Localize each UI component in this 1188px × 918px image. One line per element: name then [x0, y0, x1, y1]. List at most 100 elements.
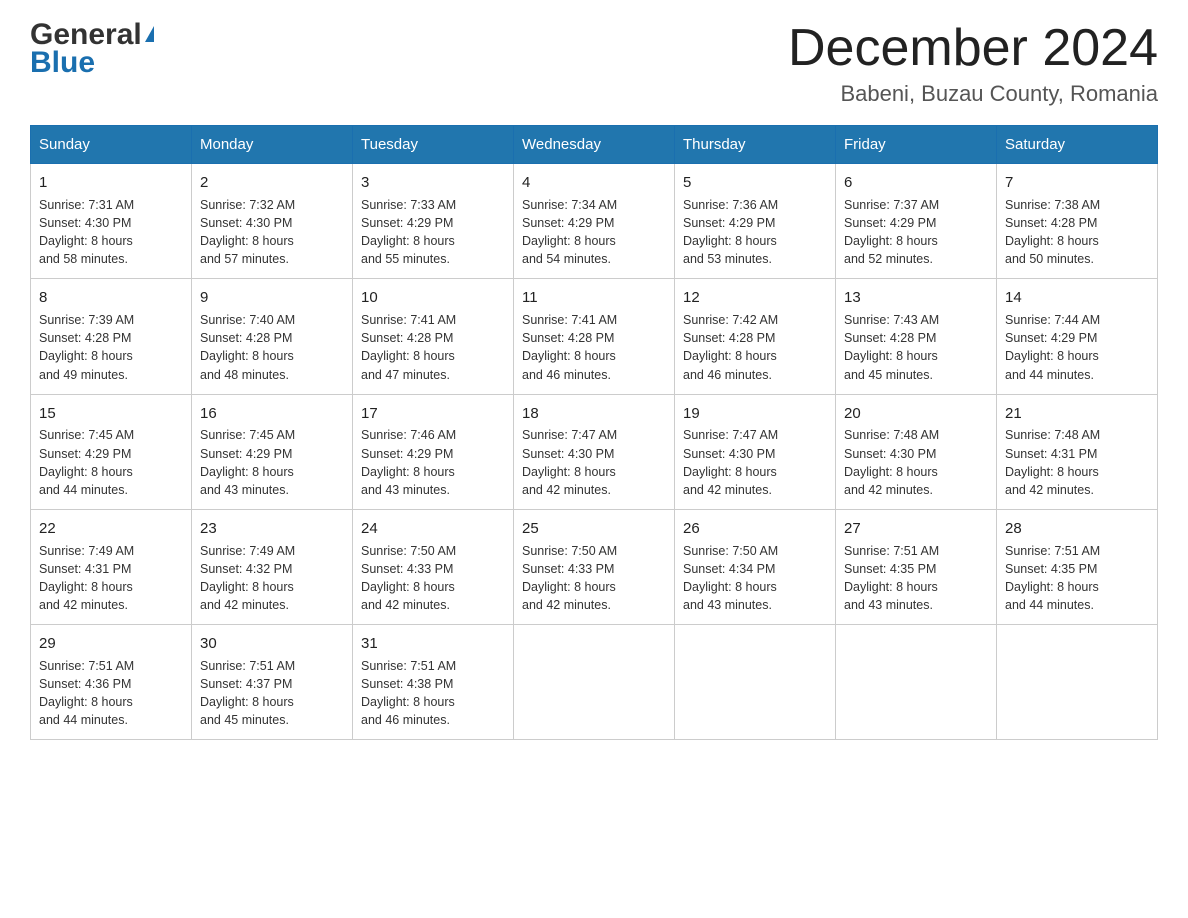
day-info: Sunrise: 7:49 AMSunset: 4:31 PMDaylight:…: [39, 542, 183, 615]
calendar-table: SundayMondayTuesdayWednesdayThursdayFrid…: [30, 125, 1158, 740]
col-header-wednesday: Wednesday: [514, 126, 675, 164]
calendar-cell: 9Sunrise: 7:40 AMSunset: 4:28 PMDaylight…: [192, 279, 353, 394]
calendar-cell: 14Sunrise: 7:44 AMSunset: 4:29 PMDayligh…: [997, 279, 1158, 394]
col-header-tuesday: Tuesday: [353, 126, 514, 164]
day-number: 22: [39, 518, 183, 540]
calendar-cell: 17Sunrise: 7:46 AMSunset: 4:29 PMDayligh…: [353, 394, 514, 509]
day-number: 3: [361, 172, 505, 194]
calendar-header-row: SundayMondayTuesdayWednesdayThursdayFrid…: [31, 126, 1158, 164]
day-number: 13: [844, 287, 988, 309]
day-number: 7: [1005, 172, 1149, 194]
day-number: 15: [39, 403, 183, 425]
day-number: 20: [844, 403, 988, 425]
day-info: Sunrise: 7:37 AMSunset: 4:29 PMDaylight:…: [844, 196, 988, 269]
calendar-cell: 2Sunrise: 7:32 AMSunset: 4:30 PMDaylight…: [192, 164, 353, 279]
day-info: Sunrise: 7:49 AMSunset: 4:32 PMDaylight:…: [200, 542, 344, 615]
day-number: 21: [1005, 403, 1149, 425]
day-number: 6: [844, 172, 988, 194]
calendar-cell: 15Sunrise: 7:45 AMSunset: 4:29 PMDayligh…: [31, 394, 192, 509]
calendar-cell: 29Sunrise: 7:51 AMSunset: 4:36 PMDayligh…: [31, 625, 192, 740]
day-number: 31: [361, 633, 505, 655]
day-number: 18: [522, 403, 666, 425]
location-subtitle: Babeni, Buzau County, Romania: [788, 81, 1158, 107]
calendar-cell: 25Sunrise: 7:50 AMSunset: 4:33 PMDayligh…: [514, 509, 675, 624]
day-info: Sunrise: 7:31 AMSunset: 4:30 PMDaylight:…: [39, 196, 183, 269]
day-info: Sunrise: 7:45 AMSunset: 4:29 PMDaylight:…: [39, 426, 183, 499]
day-info: Sunrise: 7:48 AMSunset: 4:31 PMDaylight:…: [1005, 426, 1149, 499]
day-number: 23: [200, 518, 344, 540]
day-info: Sunrise: 7:36 AMSunset: 4:29 PMDaylight:…: [683, 196, 827, 269]
week-row-1: 1Sunrise: 7:31 AMSunset: 4:30 PMDaylight…: [31, 164, 1158, 279]
day-number: 8: [39, 287, 183, 309]
day-number: 27: [844, 518, 988, 540]
day-number: 28: [1005, 518, 1149, 540]
day-info: Sunrise: 7:44 AMSunset: 4:29 PMDaylight:…: [1005, 311, 1149, 384]
day-info: Sunrise: 7:33 AMSunset: 4:29 PMDaylight:…: [361, 196, 505, 269]
calendar-cell: 31Sunrise: 7:51 AMSunset: 4:38 PMDayligh…: [353, 625, 514, 740]
col-header-thursday: Thursday: [675, 126, 836, 164]
day-info: Sunrise: 7:51 AMSunset: 4:35 PMDaylight:…: [844, 542, 988, 615]
day-info: Sunrise: 7:46 AMSunset: 4:29 PMDaylight:…: [361, 426, 505, 499]
calendar-cell: 23Sunrise: 7:49 AMSunset: 4:32 PMDayligh…: [192, 509, 353, 624]
day-number: 19: [683, 403, 827, 425]
calendar-cell: 12Sunrise: 7:42 AMSunset: 4:28 PMDayligh…: [675, 279, 836, 394]
day-info: Sunrise: 7:34 AMSunset: 4:29 PMDaylight:…: [522, 196, 666, 269]
day-info: Sunrise: 7:32 AMSunset: 4:30 PMDaylight:…: [200, 196, 344, 269]
calendar-cell: 1Sunrise: 7:31 AMSunset: 4:30 PMDaylight…: [31, 164, 192, 279]
calendar-cell: [836, 625, 997, 740]
calendar-cell: 6Sunrise: 7:37 AMSunset: 4:29 PMDaylight…: [836, 164, 997, 279]
month-year-title: December 2024: [788, 20, 1158, 77]
page-header: General Blue December 2024 Babeni, Buzau…: [30, 20, 1158, 107]
calendar-cell: 21Sunrise: 7:48 AMSunset: 4:31 PMDayligh…: [997, 394, 1158, 509]
col-header-friday: Friday: [836, 126, 997, 164]
logo: General Blue: [30, 20, 154, 80]
calendar-cell: 10Sunrise: 7:41 AMSunset: 4:28 PMDayligh…: [353, 279, 514, 394]
calendar-cell: 30Sunrise: 7:51 AMSunset: 4:37 PMDayligh…: [192, 625, 353, 740]
day-info: Sunrise: 7:47 AMSunset: 4:30 PMDaylight:…: [522, 426, 666, 499]
calendar-cell: 11Sunrise: 7:41 AMSunset: 4:28 PMDayligh…: [514, 279, 675, 394]
calendar-cell: 28Sunrise: 7:51 AMSunset: 4:35 PMDayligh…: [997, 509, 1158, 624]
day-info: Sunrise: 7:47 AMSunset: 4:30 PMDaylight:…: [683, 426, 827, 499]
day-number: 2: [200, 172, 344, 194]
calendar-cell: 4Sunrise: 7:34 AMSunset: 4:29 PMDaylight…: [514, 164, 675, 279]
day-number: 26: [683, 518, 827, 540]
day-info: Sunrise: 7:51 AMSunset: 4:36 PMDaylight:…: [39, 657, 183, 730]
day-number: 24: [361, 518, 505, 540]
calendar-cell: 22Sunrise: 7:49 AMSunset: 4:31 PMDayligh…: [31, 509, 192, 624]
day-number: 12: [683, 287, 827, 309]
col-header-saturday: Saturday: [997, 126, 1158, 164]
day-info: Sunrise: 7:50 AMSunset: 4:33 PMDaylight:…: [522, 542, 666, 615]
calendar-cell: 7Sunrise: 7:38 AMSunset: 4:28 PMDaylight…: [997, 164, 1158, 279]
logo-triangle-icon: [145, 26, 154, 42]
day-number: 16: [200, 403, 344, 425]
day-info: Sunrise: 7:48 AMSunset: 4:30 PMDaylight:…: [844, 426, 988, 499]
calendar-cell: 16Sunrise: 7:45 AMSunset: 4:29 PMDayligh…: [192, 394, 353, 509]
calendar-cell: 3Sunrise: 7:33 AMSunset: 4:29 PMDaylight…: [353, 164, 514, 279]
day-info: Sunrise: 7:45 AMSunset: 4:29 PMDaylight:…: [200, 426, 344, 499]
calendar-cell: 13Sunrise: 7:43 AMSunset: 4:28 PMDayligh…: [836, 279, 997, 394]
day-number: 30: [200, 633, 344, 655]
day-info: Sunrise: 7:50 AMSunset: 4:34 PMDaylight:…: [683, 542, 827, 615]
week-row-3: 15Sunrise: 7:45 AMSunset: 4:29 PMDayligh…: [31, 394, 1158, 509]
day-number: 1: [39, 172, 183, 194]
day-info: Sunrise: 7:40 AMSunset: 4:28 PMDaylight:…: [200, 311, 344, 384]
calendar-cell: 27Sunrise: 7:51 AMSunset: 4:35 PMDayligh…: [836, 509, 997, 624]
calendar-cell: 19Sunrise: 7:47 AMSunset: 4:30 PMDayligh…: [675, 394, 836, 509]
week-row-4: 22Sunrise: 7:49 AMSunset: 4:31 PMDayligh…: [31, 509, 1158, 624]
calendar-cell: [514, 625, 675, 740]
day-number: 10: [361, 287, 505, 309]
day-number: 4: [522, 172, 666, 194]
day-info: Sunrise: 7:51 AMSunset: 4:35 PMDaylight:…: [1005, 542, 1149, 615]
day-info: Sunrise: 7:41 AMSunset: 4:28 PMDaylight:…: [361, 311, 505, 384]
day-info: Sunrise: 7:50 AMSunset: 4:33 PMDaylight:…: [361, 542, 505, 615]
day-info: Sunrise: 7:39 AMSunset: 4:28 PMDaylight:…: [39, 311, 183, 384]
day-number: 9: [200, 287, 344, 309]
day-info: Sunrise: 7:43 AMSunset: 4:28 PMDaylight:…: [844, 311, 988, 384]
day-number: 29: [39, 633, 183, 655]
day-info: Sunrise: 7:51 AMSunset: 4:37 PMDaylight:…: [200, 657, 344, 730]
calendar-cell: [675, 625, 836, 740]
col-header-monday: Monday: [192, 126, 353, 164]
title-block: December 2024 Babeni, Buzau County, Roma…: [788, 20, 1158, 107]
day-number: 11: [522, 287, 666, 309]
day-number: 17: [361, 403, 505, 425]
